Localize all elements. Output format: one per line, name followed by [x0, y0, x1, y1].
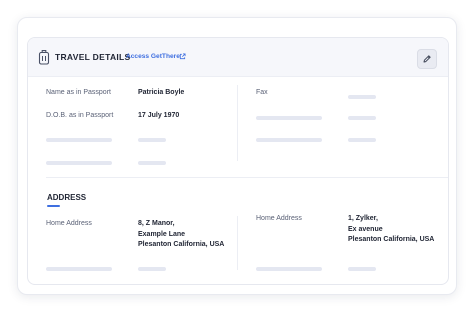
- placeholder-bar: [256, 267, 322, 271]
- address-line: 1, Zylker,: [348, 215, 378, 222]
- card-header: TRAVEL DETAILS Access GetThere: [28, 38, 448, 77]
- dob-value: 17 July 1970: [138, 112, 180, 119]
- placeholder-bar: [138, 161, 166, 165]
- placeholder-bar: [46, 267, 112, 271]
- placeholder-bar: [256, 138, 322, 142]
- address-title-underline: [47, 205, 60, 207]
- placeholder-bar: [256, 116, 322, 120]
- column-divider: [237, 85, 238, 161]
- placeholder-bar: [348, 95, 376, 99]
- address-line: Plesanton California, USA: [138, 241, 225, 248]
- external-link-icon[interactable]: [179, 53, 186, 60]
- dob-label: D.O.B. as in Passport: [46, 112, 114, 119]
- placeholder-bar: [348, 138, 376, 142]
- column-divider: [237, 216, 238, 270]
- placeholder-bar: [138, 138, 166, 142]
- home-address-value: 8, Z Manor, Example Lane Plesanton Calif…: [138, 219, 224, 251]
- fax-label: Fax: [256, 89, 268, 96]
- home-address-label: Home Address: [46, 220, 92, 227]
- suitcase-icon: [38, 50, 50, 65]
- placeholder-bar: [348, 116, 376, 120]
- placeholder-bar: [138, 267, 166, 271]
- passport-name-value: Patricia Boyle: [138, 89, 185, 96]
- home-address-value: 1, Zylker, Ex avenue Plesanton Californi…: [348, 214, 434, 246]
- passport-name-label: Name as in Passport: [46, 89, 111, 96]
- access-getthere-link[interactable]: Access GetThere: [126, 53, 180, 60]
- travel-details-card: TRAVEL DETAILS Access GetThere Name as i…: [27, 37, 449, 285]
- address-line: Plesanton California, USA: [348, 236, 435, 243]
- address-line: 8, Z Manor,: [138, 220, 175, 227]
- section-divider: [46, 177, 448, 178]
- edit-button[interactable]: [417, 49, 437, 69]
- pencil-icon: [423, 55, 431, 63]
- placeholder-bar: [46, 138, 112, 142]
- placeholder-bar: [46, 161, 112, 165]
- home-address-label: Home Address: [256, 215, 302, 222]
- placeholder-bar: [348, 267, 376, 271]
- address-section-title: ADDRESS: [47, 193, 87, 202]
- address-line: Example Lane: [138, 230, 186, 238]
- section-title: TRAVEL DETAILS: [55, 52, 131, 62]
- address-line: Ex avenue: [348, 225, 383, 233]
